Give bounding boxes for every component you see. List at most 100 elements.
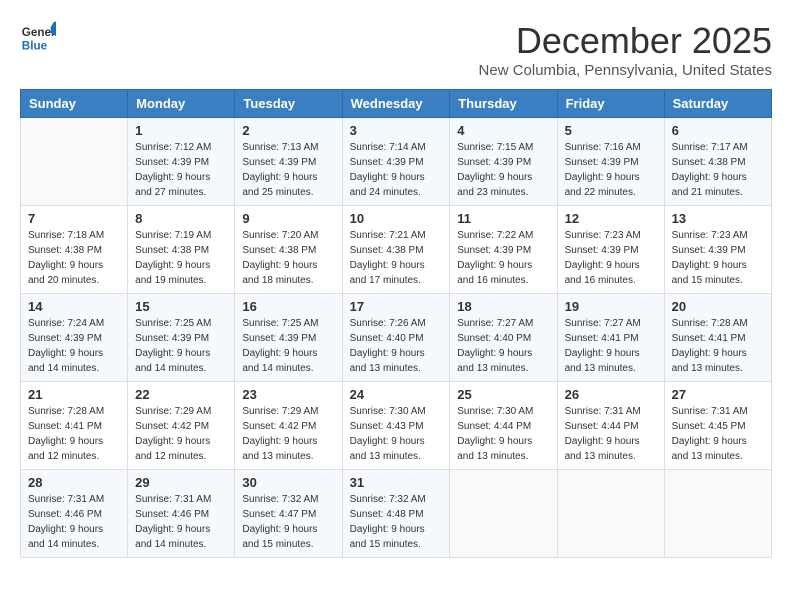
week-row-3: 14Sunrise: 7:24 AMSunset: 4:39 PMDayligh… xyxy=(21,294,772,382)
day-info: Sunrise: 7:20 AMSunset: 4:38 PMDaylight:… xyxy=(242,228,334,288)
calendar-cell: 30 Sunrise: 7:32 AMSunset: 4:47 PMDayligh… xyxy=(235,470,342,558)
day-number: 24 xyxy=(350,387,443,402)
calendar-cell: 28 Sunrise: 7:31 AMSunset: 4:46 PMDayligh… xyxy=(21,470,128,558)
day-info: Sunrise: 7:28 AMSunset: 4:41 PMDaylight:… xyxy=(28,404,120,464)
day-info: Sunrise: 7:19 AMSunset: 4:38 PMDaylight:… xyxy=(135,228,227,288)
calendar-cell: 2 Sunrise: 7:13 AMSunset: 4:39 PMDaylight… xyxy=(235,118,342,206)
day-number: 19 xyxy=(565,299,657,314)
day-number: 15 xyxy=(135,299,227,314)
day-number: 10 xyxy=(350,211,443,226)
day-number: 20 xyxy=(672,299,764,314)
day-info: Sunrise: 7:31 AMSunset: 4:45 PMDaylight:… xyxy=(672,404,764,464)
day-number: 7 xyxy=(28,211,120,226)
day-number: 28 xyxy=(28,475,120,490)
calendar-cell: 17 Sunrise: 7:26 AMSunset: 4:40 PMDayligh… xyxy=(342,294,450,382)
day-info: Sunrise: 7:31 AMSunset: 4:46 PMDaylight:… xyxy=(135,492,227,552)
day-number: 16 xyxy=(242,299,334,314)
calendar-cell: 21 Sunrise: 7:28 AMSunset: 4:41 PMDayligh… xyxy=(21,382,128,470)
week-row-4: 21 Sunrise: 7:28 AMSunset: 4:41 PMDayligh… xyxy=(21,382,772,470)
logo: General Blue xyxy=(20,20,56,56)
day-number: 26 xyxy=(565,387,657,402)
calendar-cell: 27Sunrise: 7:31 AMSunset: 4:45 PMDayligh… xyxy=(664,382,771,470)
calendar-cell: 12 Sunrise: 7:23 AMSunset: 4:39 PMDayligh… xyxy=(557,206,664,294)
weekday-header-sunday: Sunday xyxy=(21,90,128,118)
day-info: Sunrise: 7:25 AMSunset: 4:39 PMDaylight:… xyxy=(135,316,227,376)
day-number: 8 xyxy=(135,211,227,226)
calendar-cell: 13 Sunrise: 7:23 AMSunset: 4:39 PMDayligh… xyxy=(664,206,771,294)
day-number: 21 xyxy=(28,387,120,402)
weekday-header-row: SundayMondayTuesdayWednesdayThursdayFrid… xyxy=(21,90,772,118)
day-info: Sunrise: 7:22 AMSunset: 4:39 PMDaylight:… xyxy=(457,228,549,288)
calendar-cell: 29 Sunrise: 7:31 AMSunset: 4:46 PMDayligh… xyxy=(128,470,235,558)
weekday-header-thursday: Thursday xyxy=(450,90,557,118)
day-info: Sunrise: 7:26 AMSunset: 4:40 PMDaylight:… xyxy=(350,316,443,376)
day-number: 11 xyxy=(457,211,549,226)
day-number: 25 xyxy=(457,387,549,402)
day-info: Sunrise: 7:32 AMSunset: 4:48 PMDaylight:… xyxy=(350,492,443,552)
weekday-header-tuesday: Tuesday xyxy=(235,90,342,118)
day-number: 12 xyxy=(565,211,657,226)
week-row-2: 7 Sunrise: 7:18 AMSunset: 4:38 PMDaylight… xyxy=(21,206,772,294)
day-number: 9 xyxy=(242,211,334,226)
calendar-cell: 10Sunrise: 7:21 AMSunset: 4:38 PMDayligh… xyxy=(342,206,450,294)
day-info: Sunrise: 7:16 AMSunset: 4:39 PMDaylight:… xyxy=(565,140,657,200)
page-header: General Blue December 2025 New Columbia,… xyxy=(20,20,772,79)
day-number: 30 xyxy=(242,475,334,490)
calendar-cell xyxy=(557,470,664,558)
calendar-cell: 6Sunrise: 7:17 AMSunset: 4:38 PMDaylight… xyxy=(664,118,771,206)
day-info: Sunrise: 7:23 AMSunset: 4:39 PMDaylight:… xyxy=(672,228,764,288)
day-number: 13 xyxy=(672,211,764,226)
calendar-cell: 3 Sunrise: 7:14 AMSunset: 4:39 PMDaylight… xyxy=(342,118,450,206)
day-number: 17 xyxy=(350,299,443,314)
logo-icon: General Blue xyxy=(20,20,56,56)
day-info: Sunrise: 7:12 AMSunset: 4:39 PMDaylight:… xyxy=(135,140,227,200)
day-info: Sunrise: 7:30 AMSunset: 4:44 PMDaylight:… xyxy=(457,404,549,464)
location: New Columbia, Pennsylvania, United State… xyxy=(479,62,772,79)
day-number: 29 xyxy=(135,475,227,490)
calendar-cell: 4Sunrise: 7:15 AMSunset: 4:39 PMDaylight… xyxy=(450,118,557,206)
calendar-cell: 16 Sunrise: 7:25 AMSunset: 4:39 PMDayligh… xyxy=(235,294,342,382)
calendar-cell xyxy=(21,118,128,206)
day-info: Sunrise: 7:27 AMSunset: 4:41 PMDaylight:… xyxy=(565,316,657,376)
day-info: Sunrise: 7:25 AMSunset: 4:39 PMDaylight:… xyxy=(242,316,334,376)
calendar-cell: 25 Sunrise: 7:30 AMSunset: 4:44 PMDayligh… xyxy=(450,382,557,470)
calendar-cell: 22 Sunrise: 7:29 AMSunset: 4:42 PMDayligh… xyxy=(128,382,235,470)
day-number: 6 xyxy=(672,123,764,138)
day-info: Sunrise: 7:27 AMSunset: 4:40 PMDaylight:… xyxy=(457,316,549,376)
day-number: 2 xyxy=(242,123,334,138)
weekday-header-monday: Monday xyxy=(128,90,235,118)
day-info: Sunrise: 7:31 AMSunset: 4:46 PMDaylight:… xyxy=(28,492,120,552)
weekday-header-wednesday: Wednesday xyxy=(342,90,450,118)
day-info: Sunrise: 7:23 AMSunset: 4:39 PMDaylight:… xyxy=(565,228,657,288)
day-number: 14 xyxy=(28,299,120,314)
title-block: December 2025 New Columbia, Pennsylvania… xyxy=(479,20,772,79)
calendar-cell: 18Sunrise: 7:27 AMSunset: 4:40 PMDayligh… xyxy=(450,294,557,382)
day-number: 1 xyxy=(135,123,227,138)
day-info: Sunrise: 7:18 AMSunset: 4:38 PMDaylight:… xyxy=(28,228,120,288)
month-title: December 2025 xyxy=(479,20,772,62)
day-info: Sunrise: 7:29 AMSunset: 4:42 PMDaylight:… xyxy=(135,404,227,464)
calendar-cell: 31 Sunrise: 7:32 AMSunset: 4:48 PMDayligh… xyxy=(342,470,450,558)
calendar-cell: 19 Sunrise: 7:27 AMSunset: 4:41 PMDayligh… xyxy=(557,294,664,382)
day-info: Sunrise: 7:29 AMSunset: 4:42 PMDaylight:… xyxy=(242,404,334,464)
day-info: Sunrise: 7:14 AMSunset: 4:39 PMDaylight:… xyxy=(350,140,443,200)
calendar-cell: 23Sunrise: 7:29 AMSunset: 4:42 PMDayligh… xyxy=(235,382,342,470)
week-row-1: 1 Sunrise: 7:12 AMSunset: 4:39 PMDaylight… xyxy=(21,118,772,206)
calendar-cell: 11 Sunrise: 7:22 AMSunset: 4:39 PMDayligh… xyxy=(450,206,557,294)
calendar-cell: 14Sunrise: 7:24 AMSunset: 4:39 PMDayligh… xyxy=(21,294,128,382)
day-number: 22 xyxy=(135,387,227,402)
calendar-cell: 9 Sunrise: 7:20 AMSunset: 4:38 PMDaylight… xyxy=(235,206,342,294)
calendar-cell: 15 Sunrise: 7:25 AMSunset: 4:39 PMDayligh… xyxy=(128,294,235,382)
day-number: 3 xyxy=(350,123,443,138)
calendar-cell: 7 Sunrise: 7:18 AMSunset: 4:38 PMDaylight… xyxy=(21,206,128,294)
day-number: 31 xyxy=(350,475,443,490)
day-info: Sunrise: 7:13 AMSunset: 4:39 PMDaylight:… xyxy=(242,140,334,200)
calendar-cell: 5Sunrise: 7:16 AMSunset: 4:39 PMDaylight… xyxy=(557,118,664,206)
svg-text:Blue: Blue xyxy=(22,40,48,53)
calendar-cell: 20Sunrise: 7:28 AMSunset: 4:41 PMDayligh… xyxy=(664,294,771,382)
calendar-cell: 1 Sunrise: 7:12 AMSunset: 4:39 PMDaylight… xyxy=(128,118,235,206)
calendar-cell: 24Sunrise: 7:30 AMSunset: 4:43 PMDayligh… xyxy=(342,382,450,470)
weekday-header-friday: Friday xyxy=(557,90,664,118)
day-info: Sunrise: 7:31 AMSunset: 4:44 PMDaylight:… xyxy=(565,404,657,464)
day-info: Sunrise: 7:32 AMSunset: 4:47 PMDaylight:… xyxy=(242,492,334,552)
